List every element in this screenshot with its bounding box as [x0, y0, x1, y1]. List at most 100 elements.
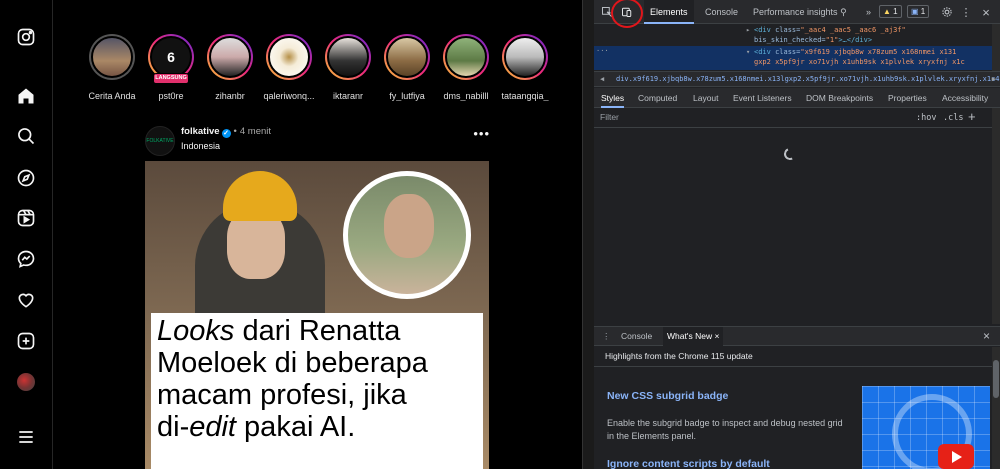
- hov-toggle[interactable]: :hov: [916, 113, 936, 123]
- dom-tree[interactable]: ▸ <div class="_aac4 _aac5 _aac6 _aj3f" b…: [594, 24, 1000, 71]
- tab-properties[interactable]: Properties: [888, 88, 927, 108]
- whats-new-link-content-scripts[interactable]: Ignore content scripts by default: [607, 458, 770, 469]
- caption-line: Moeloek di beberapa: [157, 347, 428, 379]
- post-time-sep: •: [233, 126, 237, 137]
- screen: Cerita Anda 6 LANGSUNG pst0re zihanbr qa…: [0, 0, 1000, 469]
- story-item[interactable]: Cerita Anda: [82, 34, 142, 101]
- pst0re-logo-icon: 6: [167, 49, 175, 65]
- drawer-menu-icon[interactable]: ⋮: [602, 327, 611, 346]
- story-avatar: [327, 36, 369, 78]
- reels-icon[interactable]: [14, 206, 38, 230]
- post-author-avatar[interactable]: FOLKATIVE: [145, 126, 175, 156]
- post-image[interactable]: Looks dari Renatta Moeloek di beberapa m…: [145, 161, 489, 469]
- drawer-tab-console[interactable]: Console: [621, 327, 652, 346]
- customize-menu-icon[interactable]: ⋮: [958, 4, 974, 20]
- messenger-icon[interactable]: [14, 247, 38, 271]
- story-name: zihanbr: [215, 91, 245, 101]
- dom-node-line[interactable]: <div class="_aac4 _aac5 _aac6 _aj3f": [754, 26, 906, 34]
- cls-toggle[interactable]: .cls: [943, 113, 963, 123]
- whats-new-heading: Highlights from the Chrome 115 update: [605, 351, 753, 361]
- breadcrumb[interactable]: ◀ div.x9f619.xjbqb8w.x78zum5.x168nmei.x1…: [594, 71, 1000, 87]
- whats-new-link-subgrid[interactable]: New CSS subgrid badge: [607, 390, 728, 402]
- video-thumbnail[interactable]: [862, 386, 990, 469]
- breadcrumb-right-icon[interactable]: ▶: [992, 72, 996, 86]
- device-toolbar-icon[interactable]: [619, 4, 635, 20]
- more-tabs-icon[interactable]: »: [860, 0, 877, 24]
- caption-line: di-edit pakai AI.: [157, 411, 356, 443]
- drawer-scrollbar-thumb[interactable]: [993, 360, 999, 398]
- page-scrollbar[interactable]: [582, 0, 594, 469]
- story-ring: [384, 34, 430, 80]
- dom-scrollbar[interactable]: [992, 24, 1000, 71]
- post-location[interactable]: Indonesia: [181, 141, 220, 151]
- post-author[interactable]: folkative ✓ • 4 menit: [181, 126, 271, 138]
- devtools-panel: Elements Console Performance insights ⚲ …: [594, 0, 1000, 469]
- tab-elements[interactable]: Elements: [644, 0, 694, 24]
- dom-expand-icon[interactable]: ▾: [746, 48, 750, 56]
- post-header: FOLKATIVE folkative ✓ • 4 menit Indonesia •…: [145, 124, 490, 156]
- close-devtools-icon[interactable]: ×: [978, 4, 994, 20]
- settings-gear-icon[interactable]: [939, 4, 955, 20]
- instagram-page: Cerita Anda 6 LANGSUNG pst0re zihanbr qa…: [0, 0, 582, 469]
- story-item[interactable]: zihanbr: [200, 34, 260, 101]
- create-icon[interactable]: [14, 329, 38, 353]
- breadcrumb-left-icon[interactable]: ◀: [600, 72, 604, 86]
- caption-line: Looks dari Renatta: [157, 315, 401, 347]
- dom-node-line[interactable]: <div class="x9f619 xjbqb8w x78zum5 x168n…: [754, 48, 956, 56]
- tab-performance-insights[interactable]: Performance insights ⚲: [747, 0, 853, 24]
- dom-expand-icon[interactable]: ▸: [746, 26, 750, 34]
- search-icon[interactable]: [14, 124, 38, 148]
- tab-styles[interactable]: Styles: [601, 88, 625, 108]
- menu-icon[interactable]: [14, 425, 38, 449]
- story-item[interactable]: dms_nabilll: [436, 34, 496, 101]
- youtube-play-icon[interactable]: [938, 444, 974, 469]
- live-badge: LANGSUNG: [153, 73, 189, 84]
- drawer-tabs: ⋮ Console What's New × ×: [594, 326, 1000, 346]
- warning-count[interactable]: ▲ 1: [879, 5, 902, 18]
- tab-event-listeners[interactable]: Event Listeners: [733, 88, 792, 108]
- close-tab-icon[interactable]: ×: [714, 331, 719, 341]
- tab-console[interactable]: Console: [699, 0, 744, 24]
- styles-filter-bar: Filter :hov .cls +: [594, 108, 1000, 128]
- post-time: 4 menit: [239, 126, 272, 137]
- message-count[interactable]: ▣ 1: [907, 5, 930, 18]
- tab-computed[interactable]: Computed: [638, 88, 677, 108]
- close-drawer-icon[interactable]: ×: [983, 327, 990, 346]
- dom-node-line[interactable]: bis_skin_checked="1">…</div>: [754, 36, 872, 44]
- story-item[interactable]: fy_lutfiya: [377, 34, 437, 101]
- instagram-sidebar: [0, 0, 53, 469]
- styles-filter-input[interactable]: Filter: [600, 112, 619, 122]
- dom-selected-node[interactable]: ··· ▾ <div class="x9f619 xjbqb8w x78zum5…: [594, 46, 992, 70]
- dom-ellipsis-icon[interactable]: ···: [596, 47, 609, 55]
- story-ring: [266, 34, 312, 80]
- whats-new-description: Enable the subgrid badge to inspect and …: [607, 418, 843, 441]
- breadcrumb-item[interactable]: div.x9f619.xjbqb8w.x78zum5.x168nmei.x13l…: [616, 75, 1000, 83]
- story-avatar: [209, 36, 251, 78]
- tab-layout[interactable]: Layout: [693, 88, 719, 108]
- story-avatar: 6: [150, 36, 192, 78]
- dom-node-line[interactable]: gxp2 x5pf9jr xo71vjh x1uhb9sk x1plvlek x…: [754, 58, 965, 66]
- story-item[interactable]: tataangqia_: [495, 34, 555, 101]
- story-avatar: [445, 36, 487, 78]
- story-name: fy_lutfiya: [389, 91, 425, 101]
- story-ring: [443, 34, 489, 80]
- styles-scrollbar[interactable]: [992, 108, 1000, 324]
- story-ring: [502, 34, 548, 80]
- story-item[interactable]: iktaranr: [318, 34, 378, 101]
- instagram-logo-icon[interactable]: [14, 25, 38, 49]
- heart-icon[interactable]: [14, 288, 38, 312]
- profile-avatar[interactable]: [14, 370, 38, 394]
- tab-dom-breakpoints[interactable]: DOM Breakpoints: [806, 88, 873, 108]
- home-icon[interactable]: [14, 84, 38, 108]
- story-name: dms_nabilll: [443, 91, 489, 101]
- story-item[interactable]: qaleriwonq...: [259, 34, 319, 101]
- warning-icon: ▲: [883, 7, 891, 16]
- explore-icon[interactable]: [14, 166, 38, 190]
- story-item[interactable]: 6 LANGSUNG pst0re: [141, 34, 201, 101]
- post-username[interactable]: folkative: [181, 126, 220, 137]
- drawer-tab-whats-new[interactable]: What's New ×: [663, 327, 724, 346]
- more-options-icon[interactable]: •••: [473, 126, 490, 141]
- story-name: Cerita Anda: [88, 91, 136, 101]
- new-style-rule-icon[interactable]: +: [968, 109, 976, 124]
- tab-accessibility[interactable]: Accessibility: [942, 88, 988, 108]
